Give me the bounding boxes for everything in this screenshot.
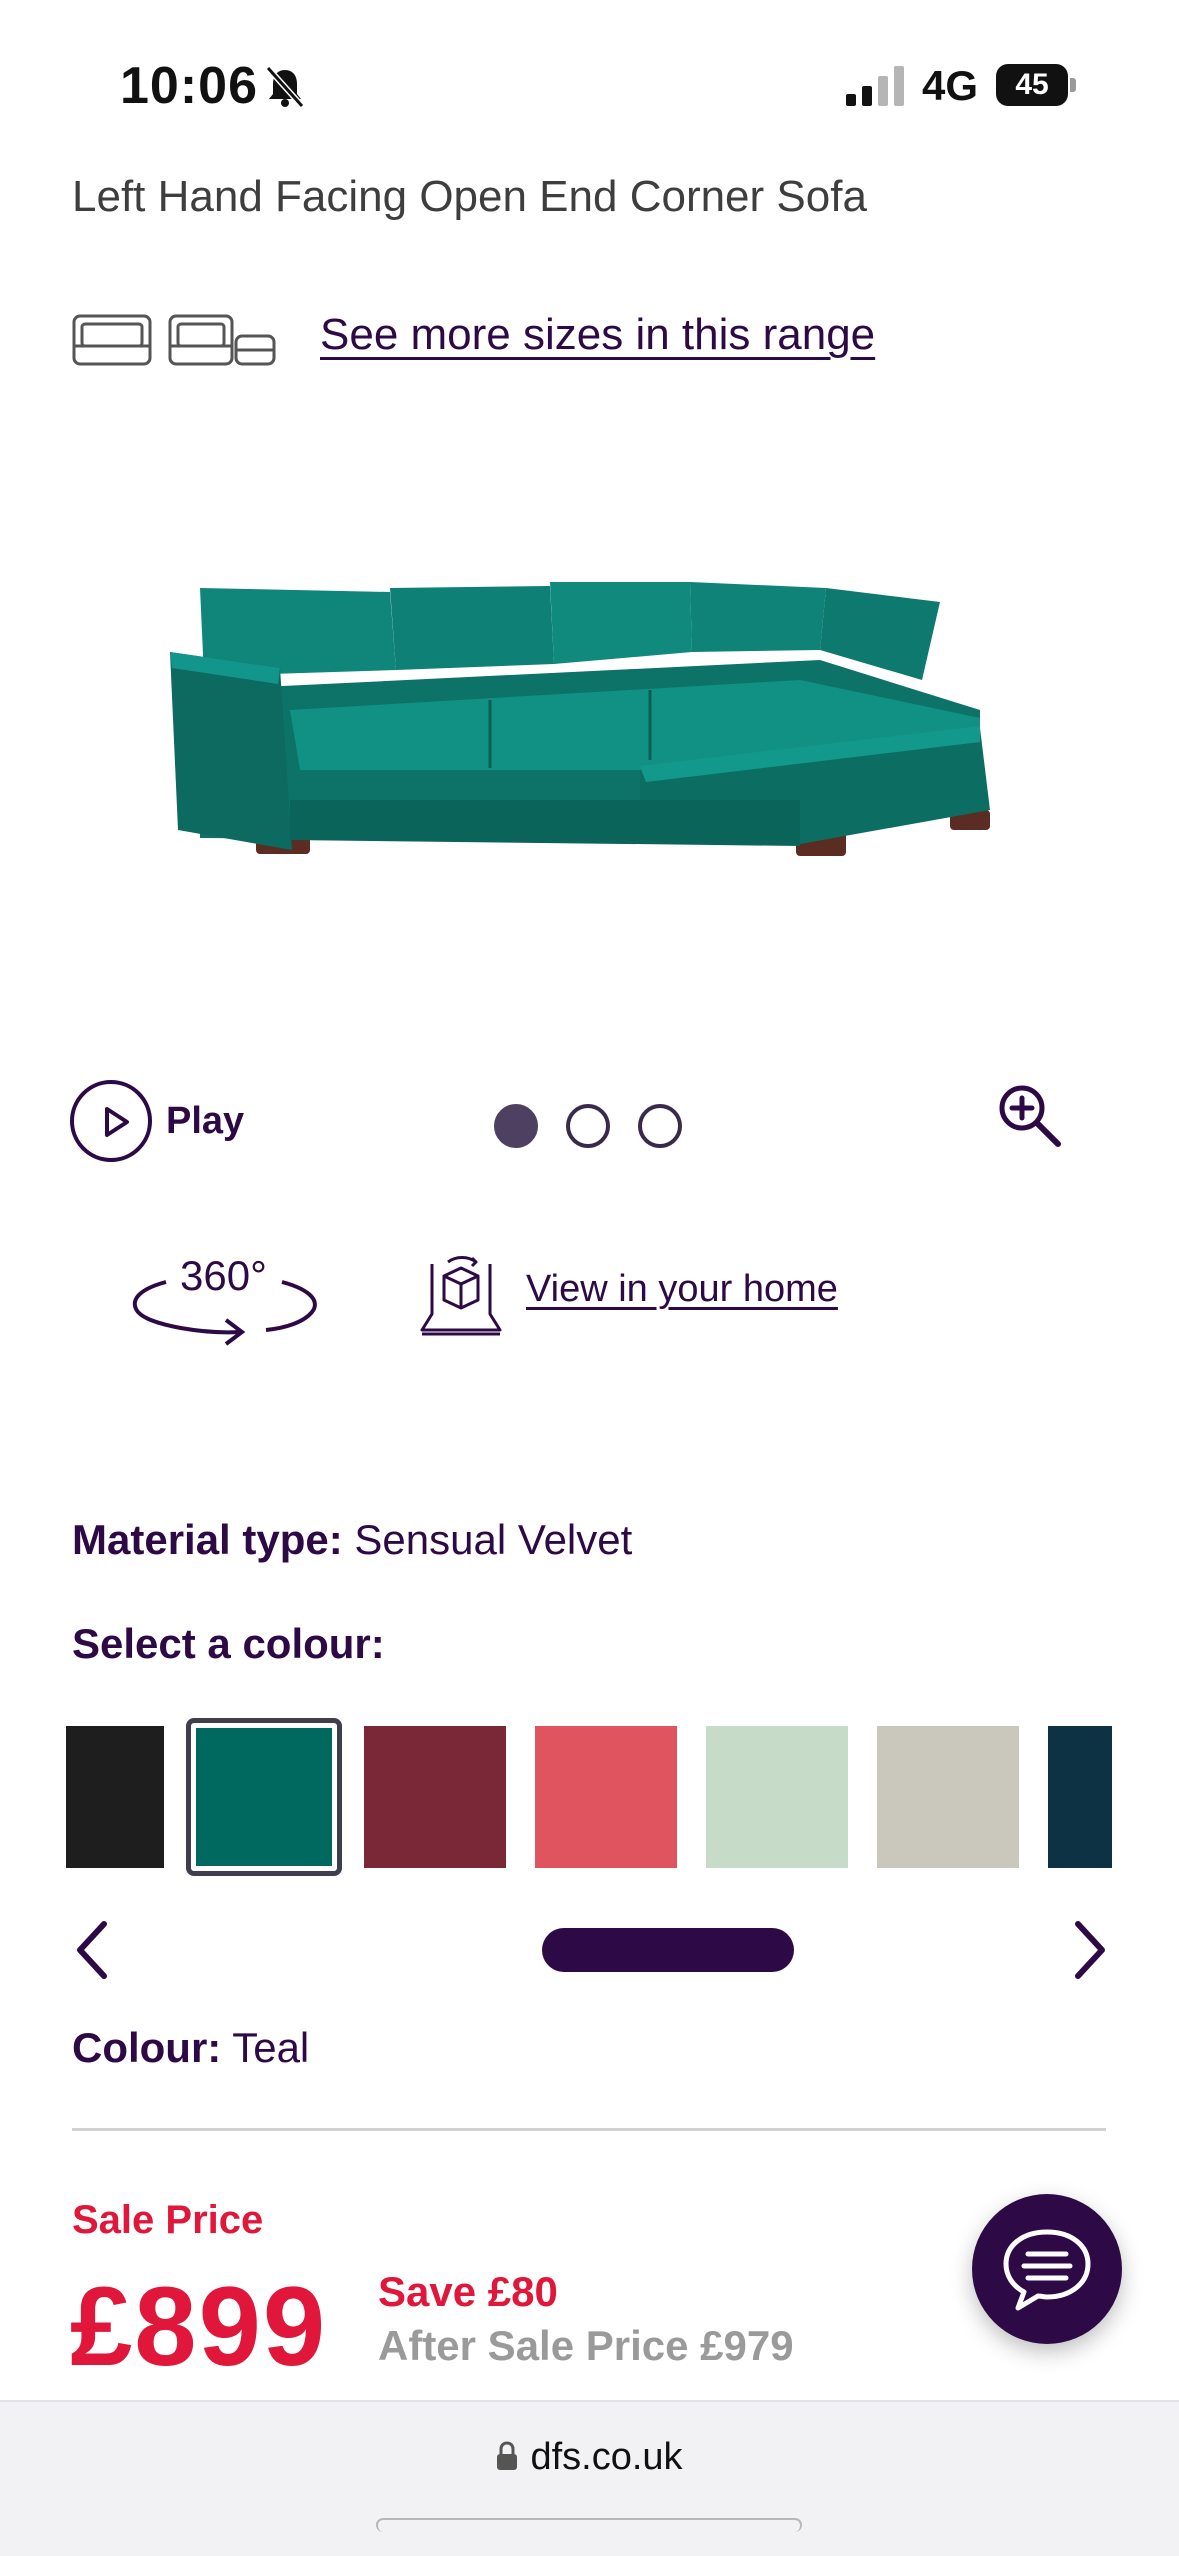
colour-swatch-black[interactable] bbox=[66, 1726, 164, 1868]
colour-swatch-teal-selected[interactable] bbox=[186, 1718, 342, 1876]
product-title: Left Hand Facing Open End Corner Sofa bbox=[72, 172, 867, 221]
zoom-in-icon[interactable] bbox=[996, 1082, 1062, 1148]
colour-swatch-burgundy[interactable] bbox=[364, 1726, 506, 1868]
play-icon bbox=[70, 1080, 152, 1162]
carousel-dot-1[interactable] bbox=[494, 1104, 538, 1148]
view-in-room-icon[interactable] bbox=[418, 1254, 504, 1338]
chat-bubble-icon bbox=[1003, 2229, 1091, 2311]
after-sale-price: After Sale Price £979 bbox=[378, 2322, 794, 2369]
material-type-value: Sensual Velvet bbox=[354, 1516, 633, 1563]
price: £899 bbox=[70, 2264, 328, 2389]
selected-colour: Colour: Teal bbox=[72, 2024, 309, 2072]
chat-button[interactable] bbox=[972, 2194, 1122, 2344]
swatch-next-arrow-icon[interactable] bbox=[1068, 1918, 1112, 1982]
colour-swatch-navy[interactable] bbox=[1048, 1726, 1112, 1868]
colour-label: Colour: bbox=[72, 2024, 222, 2071]
sale-price-label: Sale Price bbox=[72, 2198, 264, 2242]
lock-icon bbox=[497, 2441, 518, 2470]
swatch-prev-arrow-icon[interactable] bbox=[70, 1918, 114, 1982]
url-text: dfs.co.uk bbox=[530, 2436, 683, 2478]
colour-swatch-carousel bbox=[0, 1714, 1179, 1876]
rotate-360-label: 360° bbox=[180, 1252, 267, 1299]
status-bar: 10:06 4G 45 bbox=[0, 0, 1179, 160]
material-type-label: Material type: bbox=[72, 1516, 343, 1563]
select-colour-heading: Select a colour: bbox=[72, 1620, 385, 1667]
image-carousel-dots bbox=[494, 1104, 682, 1148]
carousel-dot-3[interactable] bbox=[638, 1104, 682, 1148]
swatch-scroll-indicator[interactable] bbox=[542, 1928, 794, 1972]
play-video-button[interactable]: Play bbox=[70, 1080, 244, 1162]
sofa-size-icons[interactable] bbox=[70, 306, 278, 368]
silent-bell-icon bbox=[265, 65, 305, 109]
colour-swatch-mint[interactable] bbox=[706, 1726, 848, 1868]
status-time: 10:06 bbox=[120, 57, 258, 115]
carousel-dot-2[interactable] bbox=[566, 1104, 610, 1148]
battery-level: 45 bbox=[996, 64, 1068, 106]
cellular-signal-icon bbox=[846, 66, 904, 106]
divider bbox=[72, 2128, 1106, 2131]
network-type: 4G bbox=[922, 62, 979, 109]
battery-icon: 45 bbox=[996, 64, 1076, 106]
colour-swatch-coral[interactable] bbox=[535, 1726, 677, 1868]
product-image-sofa[interactable] bbox=[160, 560, 1020, 900]
colour-swatch-stone[interactable] bbox=[877, 1726, 1019, 1868]
rotate-360-button[interactable]: 360° bbox=[126, 1250, 322, 1350]
see-more-sizes-link[interactable]: See more sizes in this range bbox=[320, 310, 875, 360]
view-in-your-home-link[interactable]: View in your home bbox=[526, 1268, 838, 1311]
material-type: Material type: Sensual Velvet bbox=[72, 1516, 632, 1564]
save-amount: Save £80 bbox=[378, 2268, 558, 2315]
home-indicator[interactable] bbox=[376, 2518, 802, 2532]
url-display[interactable]: dfs.co.uk bbox=[0, 2436, 1179, 2479]
play-label: Play bbox=[166, 1099, 245, 1142]
colour-value: Teal bbox=[232, 2024, 310, 2071]
browser-address-bar[interactable]: dfs.co.uk bbox=[0, 2400, 1179, 2556]
